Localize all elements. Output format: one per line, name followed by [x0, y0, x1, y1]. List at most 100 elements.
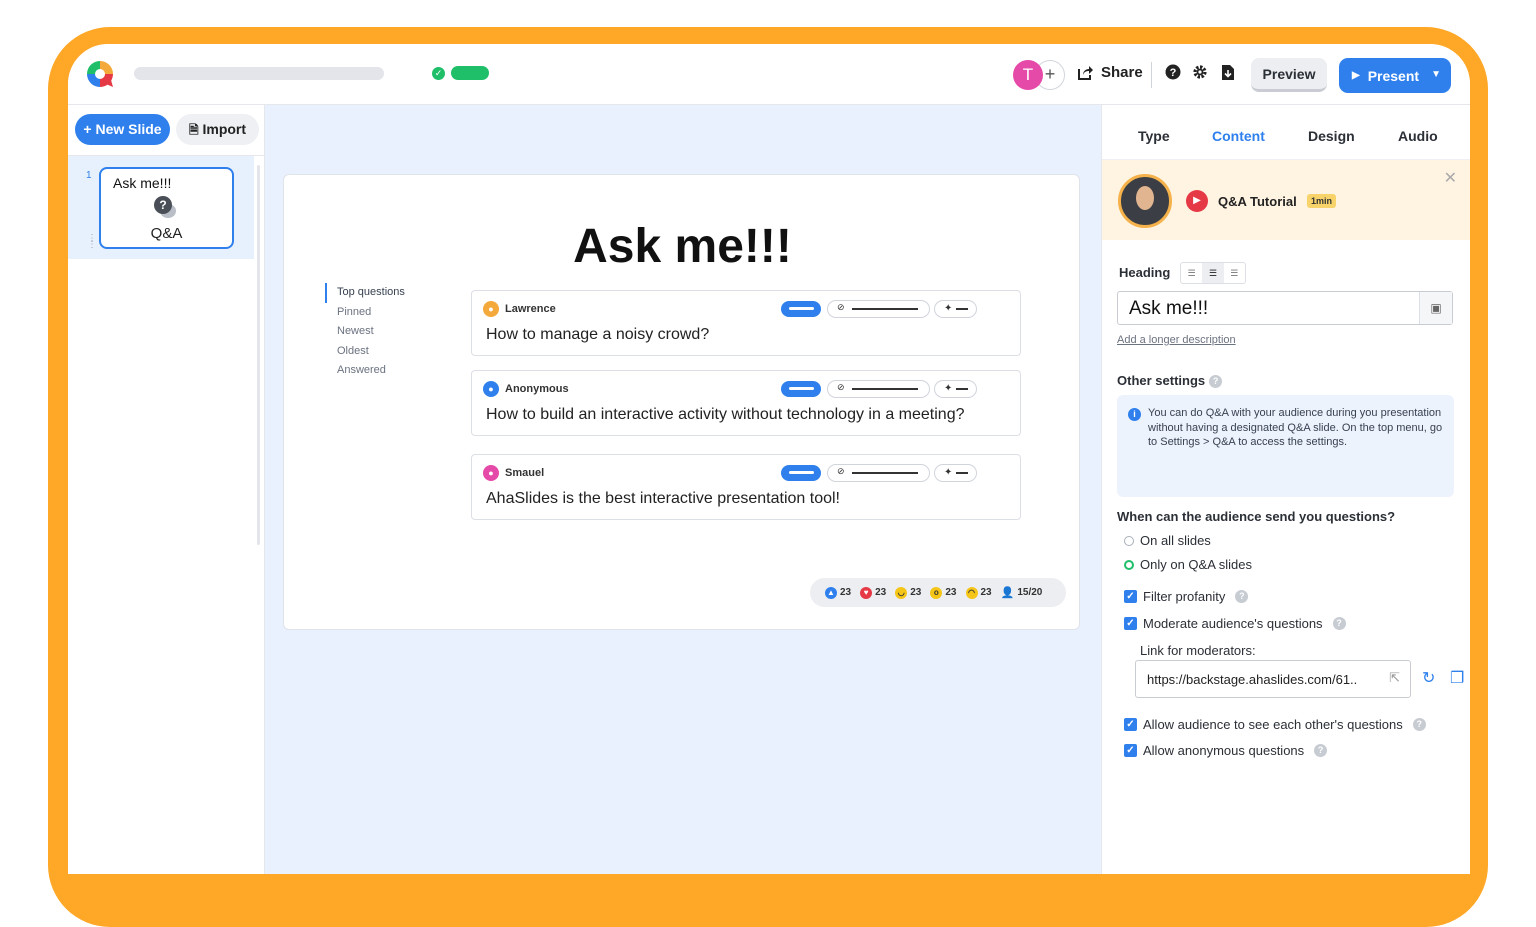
add-description-link[interactable]: Add a longer description: [1117, 334, 1236, 346]
reaction-count: 23: [945, 587, 957, 598]
help-icon[interactable]: ?: [1235, 590, 1249, 603]
allow-anonymous-checkbox[interactable]: ✓ Allow anonymous questions ?: [1124, 743, 1328, 758]
pin-button[interactable]: ✦: [934, 380, 977, 398]
play-icon[interactable]: ▶: [1186, 190, 1208, 212]
settings-panel: Type Content Design Audio ▶ Q&A Tutorial…: [1101, 105, 1470, 874]
top-bar: ✓ T + Share ? Preview ▶ Present ▼: [68, 44, 1470, 105]
help-icon[interactable]: ?: [1314, 744, 1328, 757]
sort-pinned[interactable]: Pinned: [325, 303, 405, 323]
slide-heading: Ask me!!!: [573, 220, 792, 273]
sort-oldest[interactable]: Oldest: [325, 342, 405, 362]
highlight-toggle[interactable]: [781, 381, 821, 397]
help-icon[interactable]: ?: [1209, 375, 1223, 389]
radio-all-slides[interactable]: On all slides: [1124, 533, 1211, 548]
ahaslides-logo-icon[interactable]: [84, 58, 116, 90]
checkbox-checked-icon[interactable]: ✓: [1124, 590, 1137, 603]
wow-icon: o: [930, 586, 943, 599]
help-icon[interactable]: ?: [1412, 718, 1426, 731]
align-right-icon[interactable]: ☰: [1224, 263, 1245, 283]
gear-icon[interactable]: [1190, 64, 1210, 84]
save-status: ✓: [432, 66, 489, 80]
sort-answered[interactable]: Answered: [325, 361, 405, 381]
reaction-count: 23: [840, 587, 852, 598]
participants-count: 👤 15/20: [1001, 586, 1043, 599]
other-settings-text: Other settings: [1117, 373, 1206, 388]
chevron-down-icon[interactable]: ▼: [1431, 69, 1441, 80]
slide-number: 1: [86, 170, 92, 181]
help-icon[interactable]: ?: [1163, 64, 1183, 84]
radio-qa-slides[interactable]: Only on Q&A slides: [1124, 557, 1252, 572]
checkbox-checked-icon[interactable]: ✓: [1124, 744, 1137, 757]
slides-sidebar: + New Slide 🗎 Import 1 ⋮ ⋮ Ask me!!! ? Q&…: [68, 105, 265, 874]
sort-top-questions[interactable]: Top questions: [325, 283, 405, 303]
help-icon[interactable]: ?: [1332, 617, 1346, 630]
align-center-icon[interactable]: ☰: [1202, 263, 1224, 283]
highlight-toggle[interactable]: [781, 465, 821, 481]
moderate-checkbox[interactable]: ✓ Moderate audience's questions ?: [1124, 616, 1346, 631]
tutorial-banner[interactable]: ▶ Q&A Tutorial 1min ✕: [1102, 160, 1470, 240]
tab-content[interactable]: Content: [1212, 128, 1265, 144]
checkbox-label: Moderate audience's questions: [1143, 616, 1323, 631]
tutorial-title[interactable]: Q&A Tutorial: [1218, 194, 1297, 209]
import-button[interactable]: 🗎 Import: [176, 114, 259, 145]
align-left-icon[interactable]: ☰: [1181, 263, 1202, 283]
close-icon[interactable]: ✕: [1444, 168, 1457, 188]
moderator-link-input[interactable]: https://backstage.ahaslides.com/61.. ⇱: [1135, 660, 1411, 698]
check-icon: ✓: [432, 66, 445, 80]
panel-tabs: Type Content Design Audio: [1102, 105, 1470, 160]
when-label: When can the audience send you questions…: [1117, 509, 1396, 524]
presentation-title-input[interactable]: [134, 67, 384, 80]
filter-profanity-checkbox[interactable]: ✓ Filter profanity ?: [1124, 589, 1249, 604]
app-window: ✓ T + Share ? Preview ▶ Present ▼ + New …: [68, 44, 1470, 874]
new-slide-button[interactable]: + New Slide: [75, 114, 170, 145]
reaction-wow: o 23: [930, 586, 957, 599]
reaction-laugh: ◡ 23: [895, 586, 921, 599]
external-link-icon[interactable]: ⇱: [1389, 670, 1400, 686]
check-circle-icon: ⊘: [837, 466, 845, 476]
heading-input[interactable]: Ask me!!! ▣: [1117, 291, 1453, 325]
slide-list-item[interactable]: 1 ⋮ ⋮ Ask me!!! ? Q&A: [68, 156, 254, 259]
refresh-icon[interactable]: ↻: [1422, 668, 1435, 688]
scrollbar[interactable]: [257, 165, 260, 545]
radio-label: Only on Q&A slides: [1140, 557, 1252, 572]
divider: [1151, 62, 1152, 88]
copy-icon[interactable]: ❐: [1450, 668, 1464, 688]
checkbox-checked-icon[interactable]: ✓: [1124, 617, 1137, 630]
question-card: ● Smauel ⊘ ✦ AhaSlides is the best inter…: [471, 454, 1021, 520]
checkbox-checked-icon[interactable]: ✓: [1124, 718, 1137, 731]
heading-value: Ask me!!!: [1129, 298, 1209, 319]
user-icon: ●: [483, 465, 499, 481]
svg-text:?: ?: [1170, 67, 1177, 79]
present-button[interactable]: ▶ Present ▼: [1339, 58, 1451, 93]
slide-canvas: Ask me!!! Top questions Pinned Newest Ol…: [265, 105, 1101, 874]
pin-button[interactable]: ✦: [934, 300, 977, 318]
tab-audio[interactable]: Audio: [1398, 128, 1438, 144]
checkbox-label: Allow audience to see each other's quest…: [1143, 717, 1403, 732]
question-card: ● Anonymous ⊘ ✦ How to build an interact…: [471, 370, 1021, 436]
slide-thumbnail[interactable]: Ask me!!! ? Q&A: [99, 167, 234, 249]
heart-icon: ♥: [860, 586, 873, 599]
sort-newest[interactable]: Newest: [325, 322, 405, 342]
download-icon[interactable]: [1218, 64, 1238, 84]
share-button[interactable]: Share: [1078, 64, 1143, 81]
moderator-link-value: https://backstage.ahaslides.com/61..: [1147, 672, 1358, 687]
reaction-heart: ♥ 23: [860, 586, 886, 599]
mark-answered-button[interactable]: ⊘: [827, 300, 930, 318]
radio-button[interactable]: [1124, 535, 1134, 546]
preview-button[interactable]: Preview: [1251, 58, 1327, 92]
text-align-group: ☰ ☰ ☰: [1180, 262, 1246, 284]
radio-button[interactable]: [1124, 559, 1134, 570]
tab-type[interactable]: Type: [1138, 128, 1170, 144]
tab-design[interactable]: Design: [1308, 128, 1355, 144]
mark-answered-button[interactable]: ⊘: [827, 380, 930, 398]
mark-answered-button[interactable]: ⊘: [827, 464, 930, 482]
sad-icon: ◠: [965, 586, 978, 599]
allow-see-checkbox[interactable]: ✓ Allow audience to see each other's que…: [1124, 717, 1426, 732]
drag-handle-icon[interactable]: ⋮ ⋮: [87, 234, 97, 250]
pin-button[interactable]: ✦: [934, 464, 977, 482]
avatar[interactable]: T: [1013, 60, 1043, 90]
image-icon[interactable]: ▣: [1419, 292, 1452, 324]
laugh-icon: ◡: [895, 586, 908, 599]
highlight-toggle[interactable]: [781, 301, 821, 317]
slide-preview[interactable]: Ask me!!! Top questions Pinned Newest Ol…: [283, 174, 1080, 630]
